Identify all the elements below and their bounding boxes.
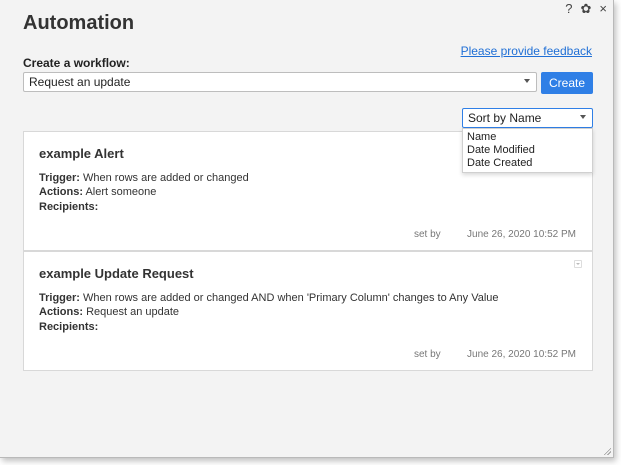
create-workflow-label: Create a workflow:: [23, 56, 130, 70]
feedback-link[interactable]: Please provide feedback: [461, 44, 592, 58]
actions-value: Request an update: [86, 306, 180, 318]
gear-icon[interactable]: ✿: [581, 2, 592, 16]
workflow-recipients: Recipients:: [39, 321, 98, 333]
sort-dropdown: Name Date Modified Date Created: [462, 128, 593, 173]
sort-option-date-modified[interactable]: Date Modified: [463, 144, 592, 157]
workflow-type-select[interactable]: Request an update: [23, 72, 537, 92]
sort-select[interactable]: Sort by Name: [462, 108, 593, 128]
workflow-recipients: Recipients:: [39, 201, 98, 213]
workflow-actions: Actions: Alert someone: [39, 186, 156, 198]
sort-option-date-created[interactable]: Date Created: [463, 157, 592, 170]
help-icon[interactable]: ?: [565, 2, 572, 16]
trigger-value: When rows are added or changed: [83, 172, 249, 184]
actions-label: Actions:: [39, 306, 83, 318]
trigger-label: Trigger:: [39, 292, 80, 304]
window-controls: ? ✿ ×: [565, 2, 607, 16]
automation-dialog: ? ✿ × Automation Please provide feedback…: [0, 0, 614, 458]
actions-label: Actions:: [39, 186, 83, 198]
set-by-label: set by: [414, 229, 441, 240]
chevron-down-icon: [580, 115, 586, 119]
workflow-trigger: Trigger: When rows are added or changed: [39, 172, 249, 184]
close-icon[interactable]: ×: [599, 2, 607, 16]
create-button[interactable]: Create: [541, 72, 593, 94]
set-by-label: set by: [414, 349, 441, 360]
workflow-date: June 26, 2020 10:52 PM: [467, 229, 576, 240]
trigger-value: When rows are added or changed AND when …: [83, 292, 499, 304]
actions-value: Alert someone: [85, 186, 157, 198]
workflow-name: example Alert: [39, 146, 124, 161]
recipients-label: Recipients:: [39, 321, 99, 333]
sort-option-name[interactable]: Name: [463, 131, 592, 144]
sort-value: Sort by Name: [468, 111, 542, 125]
trigger-label: Trigger:: [39, 172, 80, 184]
page-title: Automation: [23, 12, 135, 34]
workflow-date: June 26, 2020 10:52 PM: [467, 349, 576, 360]
workflow-name: example Update Request: [39, 266, 194, 281]
chevron-down-icon: [524, 79, 530, 83]
recipients-label: Recipients:: [39, 201, 99, 213]
workflow-actions: Actions: Request an update: [39, 306, 179, 318]
workflow-type-value: Request an update: [29, 75, 131, 89]
resize-handle[interactable]: [603, 447, 611, 455]
workflow-card[interactable]: example Update Request Trigger: When row…: [23, 251, 593, 371]
workflow-trigger: Trigger: When rows are added or changed …: [39, 292, 499, 304]
card-menu-icon[interactable]: [574, 260, 582, 268]
